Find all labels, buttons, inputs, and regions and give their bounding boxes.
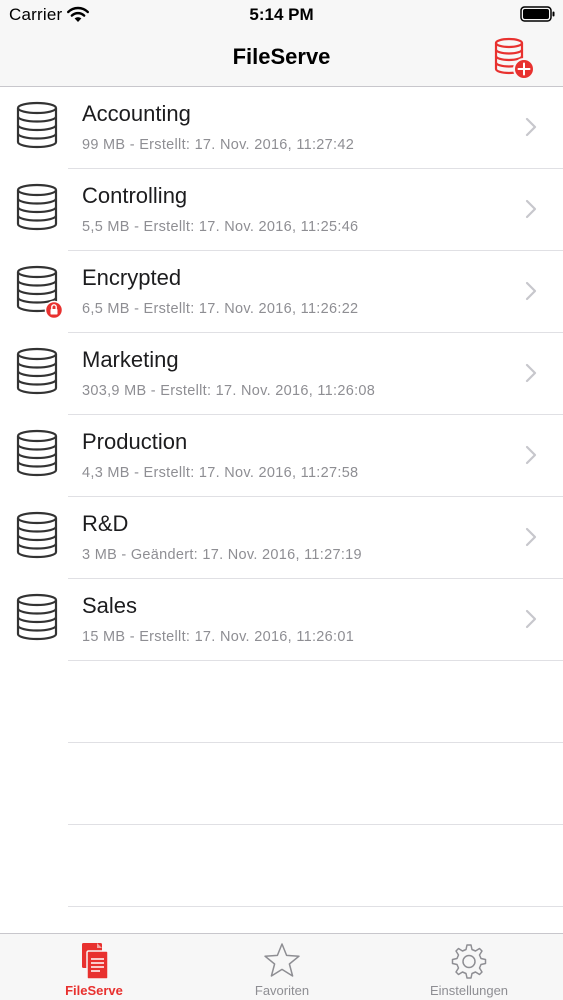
chevron-right-icon (525, 281, 537, 301)
share-details: 303,9 MB - Erstellt: 17. Nov. 2016, 11:2… (82, 383, 376, 399)
database-icon (16, 183, 62, 237)
status-time: 5:14 PM (249, 5, 314, 24)
empty-row (68, 743, 563, 825)
share-row[interactable]: Encrypted 6,5 MB - Erstellt: 17. Nov. 201… (16, 251, 563, 333)
share-row[interactable]: Sales 15 MB - Erstellt: 17. Nov. 2016, 11… (16, 579, 563, 661)
empty-row (68, 825, 563, 907)
share-name: Accounting (82, 101, 191, 126)
tab-label: Einstellungen (429, 983, 509, 998)
chevron-right-icon (525, 445, 537, 465)
share-name: Production (82, 429, 188, 454)
share-name: R&D (82, 511, 129, 536)
share-row[interactable]: Production 4,3 MB - Erstellt: 17. Nov. 20… (16, 415, 563, 497)
gear-icon (451, 944, 487, 979)
share-details: 5,5 MB - Erstellt: 17. Nov. 2016, 11:25:… (82, 219, 359, 235)
share-details: 99 MB - Erstellt: 17. Nov. 2016, 11:27:4… (82, 137, 355, 153)
share-details: 15 MB - Erstellt: 17. Nov. 2016, 11:26:0… (82, 629, 355, 645)
chevron-right-icon (525, 199, 537, 219)
tab-fileserve[interactable]: FileServe (0, 934, 188, 1000)
tab-label: FileServe (65, 983, 123, 998)
share-list: Accounting 99 MB - Erstellt: 17. Nov. 201… (0, 87, 563, 907)
share-details: 4,3 MB - Erstellt: 17. Nov. 2016, 11:27:… (82, 465, 359, 481)
database-icon (16, 347, 62, 401)
share-name: Controlling (82, 183, 188, 208)
chevron-right-icon (525, 117, 537, 137)
chevron-right-icon (525, 609, 537, 629)
tab-bar: FileServe Favoriten Einstellungen (0, 933, 563, 1000)
database-add-icon (494, 37, 535, 80)
share-name: Marketing (82, 347, 179, 372)
page-title: FileServe (232, 44, 331, 69)
share-details: 3 MB - Geändert: 17. Nov. 2016, 11:27:19 (82, 547, 362, 563)
tab-favoriten[interactable]: Favoriten (188, 934, 376, 1000)
share-name: Encrypted (82, 265, 182, 290)
database-icon (16, 511, 62, 565)
empty-row (68, 661, 563, 743)
share-name: Sales (82, 593, 138, 618)
tab-label: Favoriten (254, 983, 310, 998)
documents-icon (82, 943, 109, 980)
locked-database-icon (16, 265, 64, 320)
database-icon (16, 429, 62, 483)
navigation-bar: FileServe (0, 30, 563, 87)
share-details: 6,5 MB - Erstellt: 17. Nov. 2016, 11:26:… (82, 301, 359, 317)
add-share-button[interactable] (492, 36, 538, 82)
chevron-right-icon (525, 363, 537, 383)
star-icon (264, 943, 300, 977)
share-row[interactable]: Controlling 5,5 MB - Erstellt: 17. Nov. 2… (16, 169, 563, 251)
database-icon (16, 101, 62, 155)
app-screen: Carrier 5:14 PM FileServe Accounting 99 … (0, 0, 563, 1000)
chevron-right-icon (525, 527, 537, 547)
database-icon (16, 593, 62, 647)
battery-icon (520, 6, 555, 22)
status-bar: Carrier 5:14 PM (0, 0, 563, 30)
share-row[interactable]: R&D 3 MB - Geändert: 17. Nov. 2016, 11:27… (16, 497, 563, 579)
share-row[interactable]: Accounting 99 MB - Erstellt: 17. Nov. 201… (16, 87, 563, 169)
tab-einstellungen[interactable]: Einstellungen (375, 934, 563, 1000)
share-row[interactable]: Marketing 303,9 MB - Erstellt: 17. Nov. 2… (16, 333, 563, 415)
